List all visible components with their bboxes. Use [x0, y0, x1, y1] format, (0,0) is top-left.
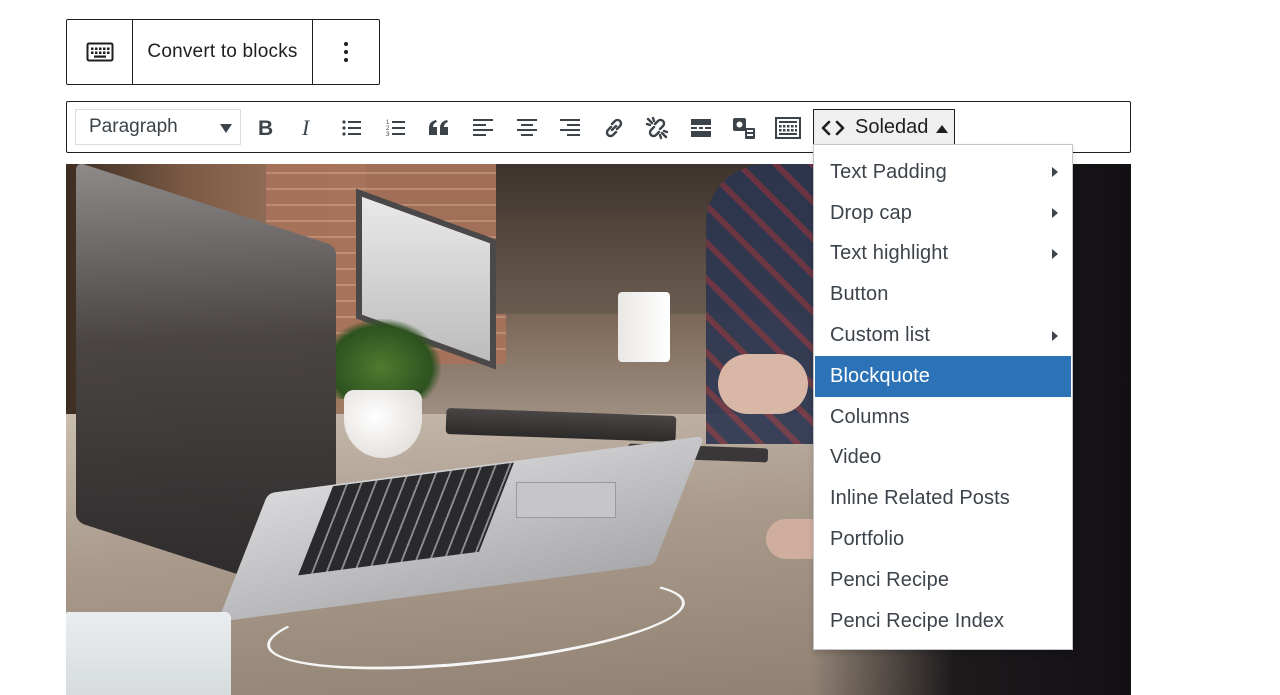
format-select-value: Paragraph: [89, 116, 178, 137]
menu-item-button[interactable]: Button: [814, 274, 1072, 315]
chevron-right-icon: [1052, 208, 1058, 219]
menu-item-portfolio[interactable]: Portfolio: [814, 519, 1072, 560]
menu-item-label: Penci Recipe: [830, 568, 950, 591]
menu-item-text-highlight[interactable]: Text highlight: [814, 234, 1072, 275]
chevron-right-icon: [1052, 167, 1058, 178]
svg-text:3: 3: [386, 132, 390, 138]
menu-item-label: Text Padding: [830, 160, 947, 183]
align-right-icon[interactable]: [552, 110, 588, 146]
numbered-list-icon[interactable]: 1 2 3: [378, 110, 414, 146]
block-toolbar: Convert to blocks: [66, 19, 380, 85]
menu-item-label: Columns: [830, 405, 910, 428]
quote-icon[interactable]: [421, 110, 457, 146]
menu-item-label: Portfolio: [830, 528, 905, 551]
menu-item-label: Custom list: [830, 324, 931, 347]
menu-item-blockquote[interactable]: Blockquote: [815, 355, 1071, 397]
soledad-label: Soledad: [855, 116, 929, 138]
chevron-up-icon: [936, 124, 949, 133]
chevron-right-icon: [1052, 248, 1058, 259]
menu-item-label: Blockquote: [830, 364, 930, 387]
convert-to-blocks-button[interactable]: Convert to blocks: [133, 20, 313, 84]
menu-item-video[interactable]: Video: [814, 438, 1072, 479]
menu-item-penci-recipe[interactable]: Penci Recipe: [814, 560, 1072, 601]
soledad-shortcodes-button[interactable]: Soledad: [813, 109, 955, 146]
menu-item-label: Text highlight: [830, 242, 949, 265]
menu-item-label: Video: [830, 446, 882, 469]
menu-item-label: Button: [830, 283, 889, 306]
align-left-icon[interactable]: [465, 110, 501, 146]
menu-item-text-padding[interactable]: Text Padding: [814, 152, 1072, 193]
svg-text:I: I: [301, 117, 311, 139]
menu-item-drop-cap[interactable]: Drop cap: [814, 193, 1072, 234]
format-select[interactable]: Paragraph: [75, 109, 241, 145]
keyboard-toggle-icon[interactable]: [770, 110, 806, 146]
menu-item-columns[interactable]: Columns: [814, 397, 1072, 438]
italic-icon[interactable]: I: [290, 110, 326, 146]
link-icon[interactable]: [596, 110, 632, 146]
align-center-icon[interactable]: [509, 110, 545, 146]
svg-text:B: B: [258, 117, 273, 139]
menu-item-label: Penci Recipe Index: [830, 609, 1005, 632]
menu-item-label: Drop cap: [830, 201, 912, 224]
bulleted-list-icon[interactable]: [334, 110, 370, 146]
menu-item-label: Inline Related Posts: [830, 487, 1010, 510]
soledad-dropdown-menu: Text Padding Drop cap Text highlight But…: [813, 144, 1073, 650]
chevron-down-icon: [220, 124, 232, 133]
menu-item-custom-list[interactable]: Custom list: [814, 315, 1072, 356]
keyboard-icon[interactable]: [67, 20, 133, 84]
menu-item-inline-related-posts[interactable]: Inline Related Posts: [814, 478, 1072, 519]
unlink-icon[interactable]: [639, 110, 675, 146]
menu-item-penci-recipe-index[interactable]: Penci Recipe Index: [814, 601, 1072, 642]
shortcode-icon[interactable]: [727, 110, 763, 146]
read-more-icon[interactable]: [683, 110, 719, 146]
code-icon: [821, 119, 845, 137]
bold-icon[interactable]: B: [247, 110, 283, 146]
chevron-right-icon: [1052, 330, 1058, 341]
more-vertical-icon[interactable]: [313, 20, 379, 84]
